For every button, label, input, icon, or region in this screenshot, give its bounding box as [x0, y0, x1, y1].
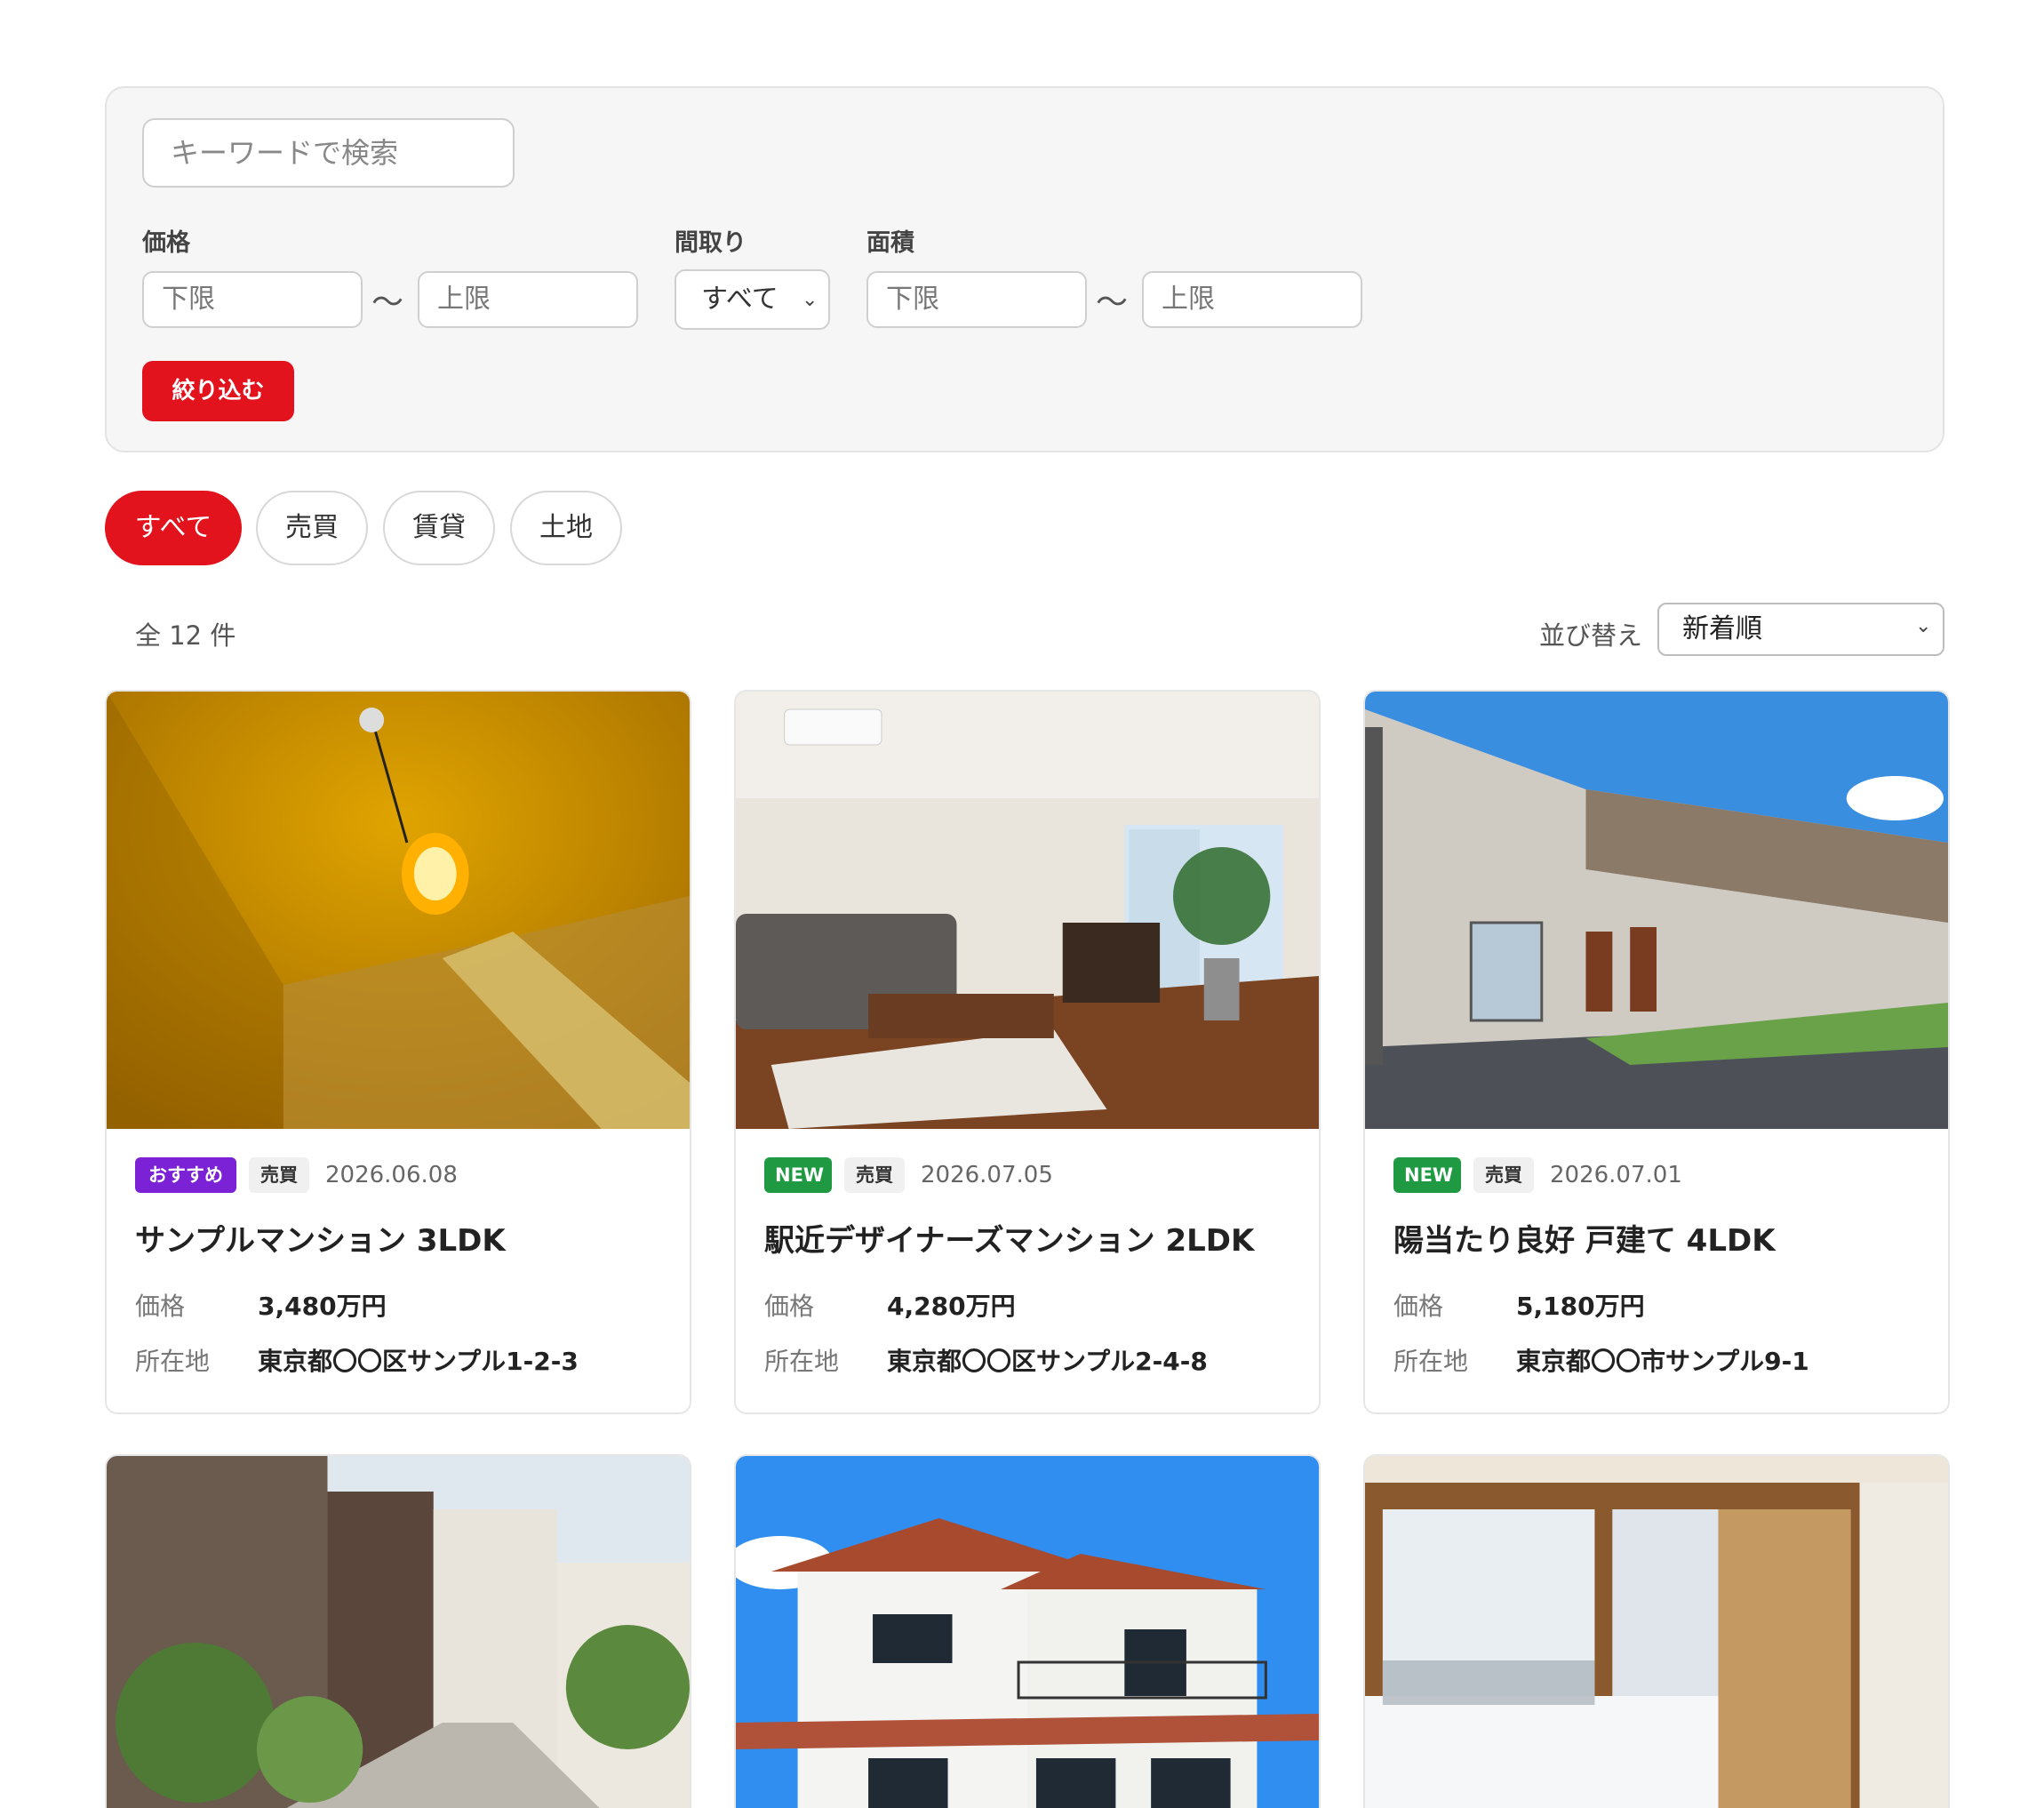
tab-land[interactable]: 土地 — [510, 491, 622, 565]
sale-type-badge: 売買 — [844, 1157, 905, 1193]
tab-all[interactable]: すべて — [105, 491, 242, 565]
listing-date: 2026.06.08 — [325, 1162, 458, 1188]
result-count: 全 12 件 — [135, 620, 236, 651]
price-max-input[interactable]: 上限 — [418, 271, 638, 328]
area-max-input[interactable]: 上限 — [1142, 271, 1362, 328]
sort-select[interactable]: 新着順 — [1657, 603, 1944, 656]
location-label: 所在地 — [1393, 1347, 1469, 1376]
location-label: 所在地 — [135, 1347, 211, 1376]
sale-type-badge: 売買 — [1473, 1157, 1534, 1193]
property-card[interactable] — [105, 1454, 691, 1808]
layout-label: 間取り — [675, 229, 747, 257]
price-min-input[interactable]: 下限 — [142, 271, 363, 328]
new-badge: NEW — [1393, 1157, 1461, 1193]
listing-date: 2026.07.01 — [1550, 1162, 1682, 1188]
property-card[interactable]: NEW 売買 2026.07.05 駅近デザイナーズマンション 2LDK 価格 … — [734, 690, 1321, 1414]
property-title[interactable]: サンプルマンション 3LDK — [135, 1216, 506, 1260]
property-photo — [107, 692, 690, 1129]
property-location: 東京都〇〇区サンプル2-4-8 — [887, 1347, 1208, 1376]
sale-type-badge: 売買 — [249, 1157, 309, 1193]
filter-panel: キーワードで検索 価格 下限 〜 上限 間取り すべて ⌄ 面積 下限 〜 上限… — [105, 86, 1944, 452]
price-label: 価格 — [764, 1292, 815, 1321]
property-card[interactable]: NEW 売買 2026.07.01 陽当たり良好 戸建て 4LDK 価格 5,1… — [1363, 690, 1950, 1414]
property-photo — [1365, 692, 1948, 1129]
new-badge: NEW — [764, 1157, 832, 1193]
price-label: 価格 — [142, 229, 190, 257]
keyword-search-input[interactable]: キーワードで検索 — [142, 118, 515, 188]
property-title[interactable]: 陽当たり良好 戸建て 4LDK — [1393, 1216, 1776, 1260]
price-range-separator: 〜 — [371, 284, 404, 321]
location-label: 所在地 — [764, 1347, 840, 1376]
property-price: 3,480万円 — [258, 1292, 387, 1321]
area-min-input[interactable]: 下限 — [866, 271, 1087, 328]
sort-select-value: 新着順 — [1682, 613, 1762, 644]
price-label: 価格 — [135, 1292, 186, 1321]
property-photo — [1365, 1456, 1948, 1808]
property-price: 4,280万円 — [887, 1292, 1016, 1321]
sort-label: 並び替え — [1539, 620, 1643, 651]
recommended-badge: おすすめ — [135, 1157, 236, 1193]
property-card[interactable]: おすすめ 売買 2026.06.08 サンプルマンション 3LDK 価格 3,4… — [105, 690, 691, 1414]
property-photo — [736, 692, 1319, 1129]
property-photo — [107, 1456, 690, 1808]
property-title[interactable]: 駅近デザイナーズマンション 2LDK — [764, 1216, 1254, 1260]
property-location: 東京都〇〇区サンプル1-2-3 — [258, 1347, 579, 1376]
area-label: 面積 — [866, 229, 914, 257]
chevron-down-icon: ⌄ — [1915, 615, 1932, 637]
apply-filter-button[interactable]: 絞り込む — [142, 361, 294, 421]
area-range-separator: 〜 — [1096, 284, 1129, 321]
layout-select-value: すべて — [701, 284, 778, 315]
tab-rent[interactable]: 賃貸 — [383, 491, 495, 565]
property-card[interactable] — [734, 1454, 1321, 1808]
listing-date: 2026.07.05 — [921, 1162, 1053, 1188]
property-location: 東京都〇〇市サンプル9-1 — [1516, 1347, 1809, 1376]
property-card[interactable] — [1363, 1454, 1950, 1808]
property-price: 5,180万円 — [1516, 1292, 1645, 1321]
tab-sale[interactable]: 売買 — [256, 491, 368, 565]
chevron-down-icon: ⌄ — [802, 289, 818, 311]
price-label: 価格 — [1393, 1292, 1444, 1321]
property-photo — [736, 1456, 1319, 1808]
